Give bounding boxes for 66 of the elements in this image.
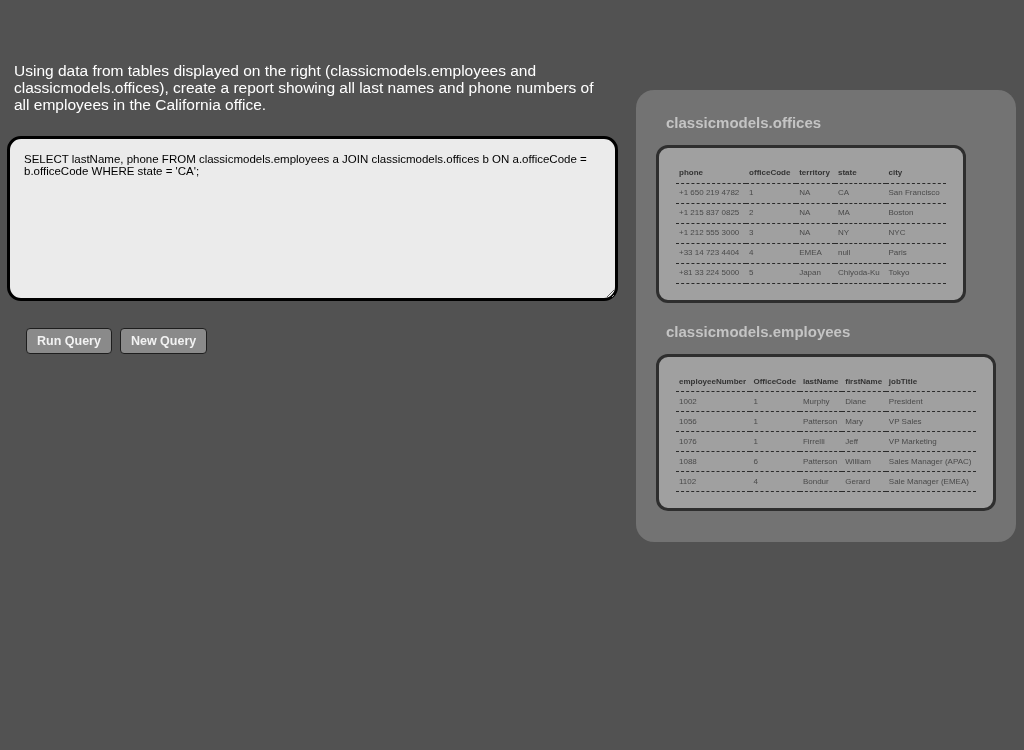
table-cell: +81 33 224 5000 [679,268,740,277]
column-header: territory [799,168,830,178]
table-cell: Boston [888,208,914,217]
run-query-button[interactable]: Run Query [26,328,112,354]
column-header: jobTitle [888,376,918,386]
table-title: classicmodels.offices [666,114,823,132]
table-cell: San Francisco [888,188,940,197]
table-cell: Jeff [845,436,858,446]
column-header: phone [679,168,703,178]
table-cell: William [845,456,871,466]
table-cell: Sales Manager (APAC) [888,456,972,466]
table-cell: Japan [799,268,821,277]
table-cell: 5 [749,268,754,277]
column-header: employeeNumber [679,376,747,386]
table-cell: MA [837,208,850,217]
table-cell: 1056 [679,416,697,426]
table-cell: EMEA [799,248,822,257]
new-query-button[interactable]: New Query [119,328,208,354]
table-cell: 1 [753,396,758,406]
table-cell: +1 650 219 4782 [679,188,740,197]
table-cell: Murphy [802,396,830,406]
instructions-text: Using data from tables displayed on the right (classicmodels.employees and classicmodels.offices), create a report showing all last names and phone numbers of all employees in the California office. [14,62,595,113]
query-input[interactable]: SELECT lastName, phone FROM classicmodels.employees a JOIN classicmodels.offices b ON a.officeCode = b.officeCode WHERE state = 'CA'; [7,136,618,301]
table-cell: VP Sales [888,416,922,426]
table-cell: Bondur [802,476,829,486]
table-cell: NA [799,188,811,197]
table-cell: NA [799,228,811,237]
table-cell: Diane [845,396,867,406]
table-cell: Mary [845,416,863,426]
table-cell: +33 14 723 4404 [679,248,740,257]
column-header: officeCode [749,168,791,178]
column-header: OfficeCode [753,376,797,386]
table-title: classicmodels.employees [666,322,852,341]
table-cell: 1002 [679,396,697,406]
column-header: firstName [845,376,883,386]
table-cell: 1076 [679,436,697,446]
table-cell: CA [837,188,850,197]
column-header: state [837,168,857,178]
table-cell: 4 [749,248,754,257]
table-cell: Chiyoda-Ku [837,268,880,277]
table-cell: NY [837,228,850,237]
table-cell: Paris [888,248,907,257]
table-cell: 6 [753,456,758,466]
column-header: city [888,168,903,178]
table-cell: Tokyo [888,268,910,277]
table-cell: Sale Manager (EMEA) [888,476,969,486]
table-cell: 2 [749,208,754,217]
table-cell: NA [799,208,811,217]
table-cell: null [837,248,851,257]
table-cell: NYC [888,228,906,237]
table-cell: Firrelli [802,436,825,446]
column-header: lastName [802,376,839,386]
table-cell: President [888,396,923,406]
table-cell: 1 [753,436,758,446]
table-cell: VP Marketing [888,436,937,446]
table-cell: 3 [749,228,754,237]
table-cell: 1088 [679,456,697,466]
table-cell: 1102 [679,476,697,486]
table-cell: Patterson [802,456,838,466]
table-cell: Gerard [845,476,871,486]
table-cell: 1 [753,416,758,426]
table-cell: 4 [753,476,758,486]
table-cell: +1 212 555 3000 [679,228,740,237]
table-cell: 1 [749,188,754,197]
table-cell: +1 215 837 0825 [679,208,740,217]
table-cell: Patterson [802,416,838,426]
